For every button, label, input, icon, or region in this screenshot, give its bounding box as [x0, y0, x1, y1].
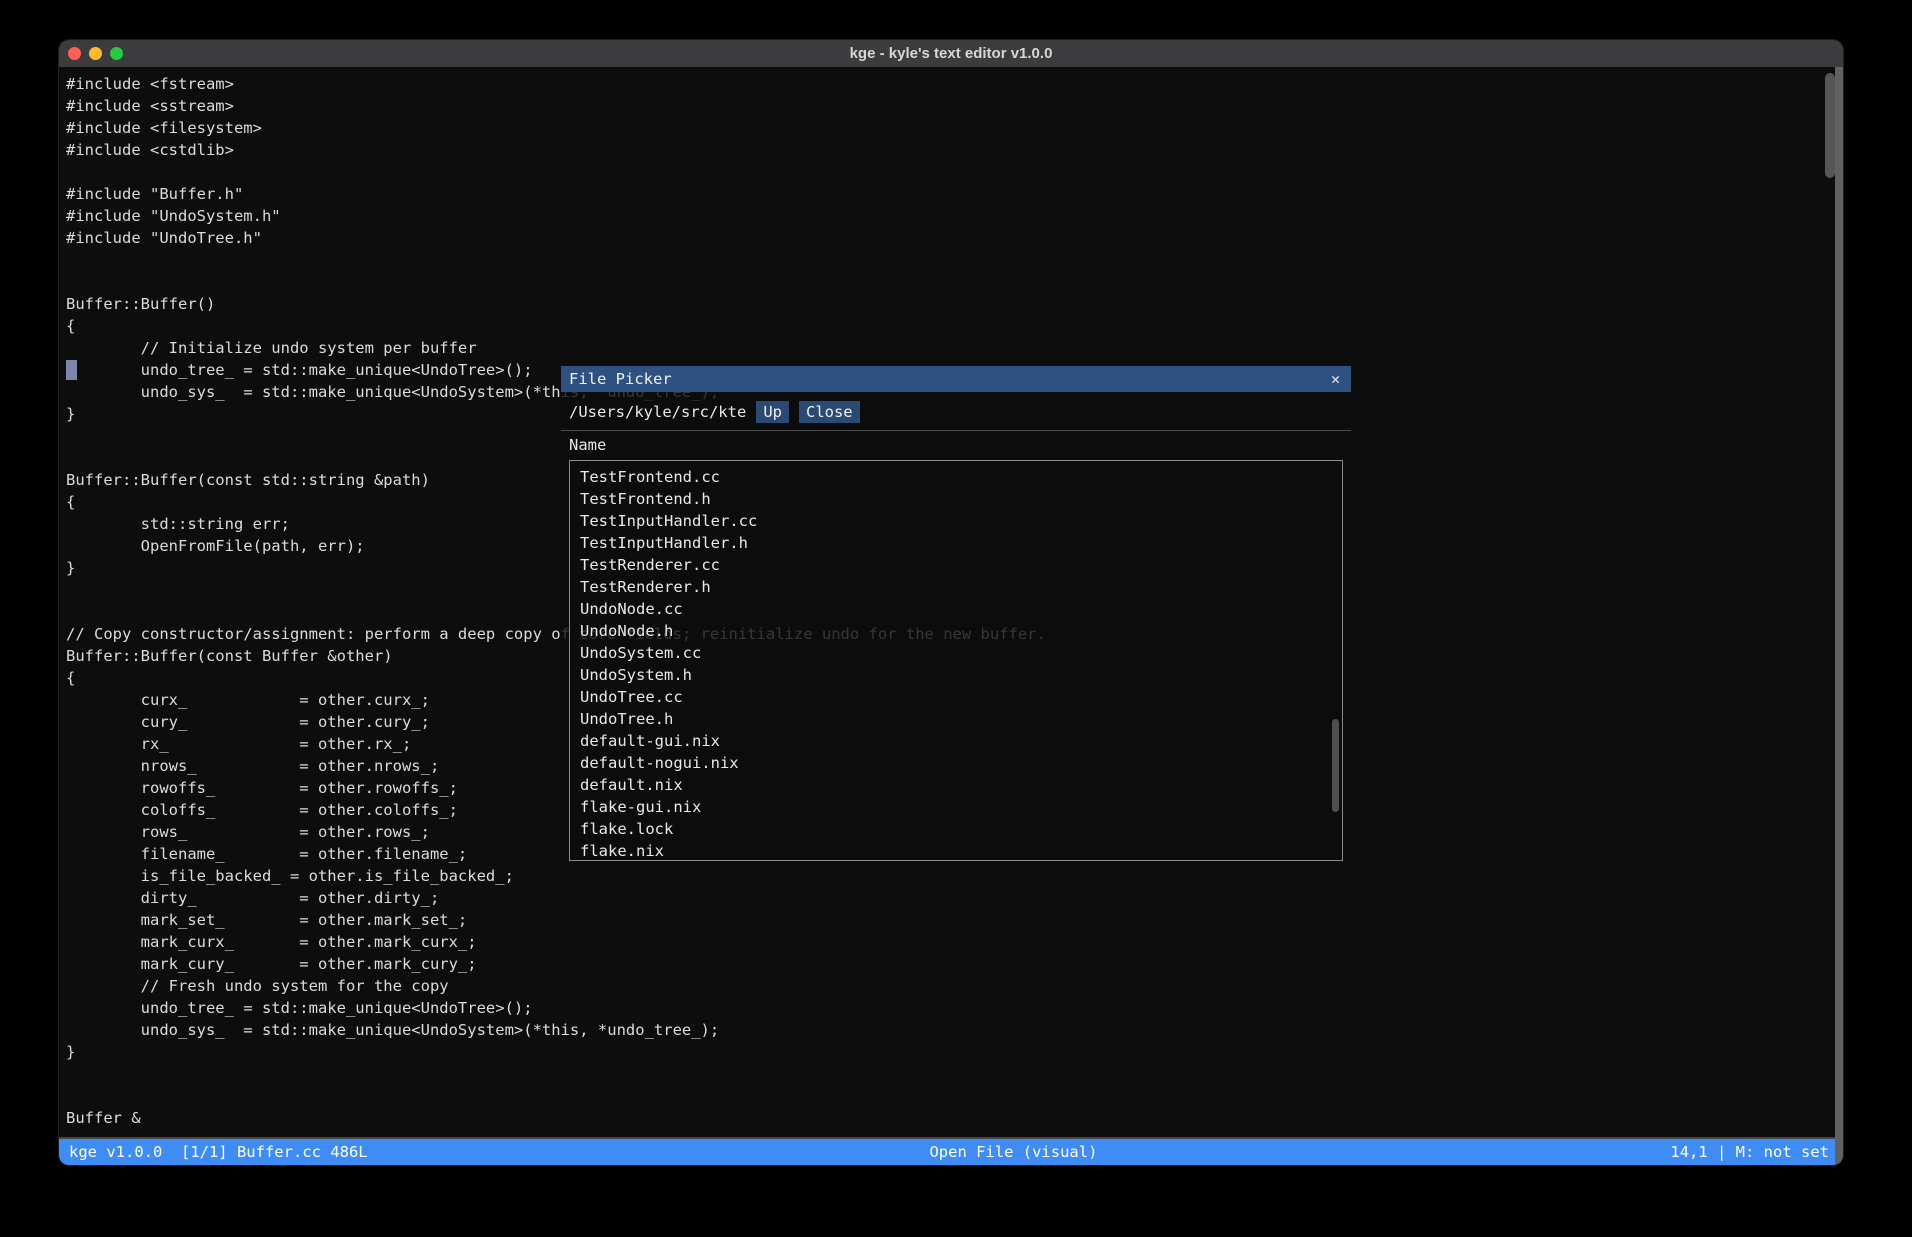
file-item[interactable]: TestRenderer.cc	[570, 554, 1342, 576]
window-minimize-icon[interactable]	[89, 47, 102, 60]
file-item[interactable]: UndoNode.cc	[570, 598, 1342, 620]
traffic-lights	[59, 47, 123, 60]
file-item[interactable]: UndoSystem.cc	[570, 642, 1342, 664]
file-item[interactable]: TestFrontend.cc	[570, 466, 1342, 488]
status-left: kge v1.0.0 [1/1] Buffer.cc 486L	[69, 1139, 368, 1165]
code-line: // Fresh undo system for the copy	[66, 975, 1843, 997]
window-zoom-icon[interactable]	[110, 47, 123, 60]
file-item[interactable]: TestRenderer.h	[570, 576, 1342, 598]
status-bar: kge v1.0.0 [1/1] Buffer.cc 486L Open Fil…	[59, 1137, 1843, 1165]
code-line: #include <sstream>	[66, 95, 1843, 117]
code-line: Buffer::Buffer()	[66, 293, 1843, 315]
column-header-name: Name	[561, 431, 1351, 460]
close-icon[interactable]: ✕	[1331, 370, 1340, 388]
window-titlebar[interactable]: kge - kyle's text editor v1.0.0	[59, 40, 1843, 67]
code-line	[66, 249, 1843, 271]
code-line: Buffer &	[66, 1107, 1843, 1129]
file-item[interactable]: UndoNode.h	[570, 620, 1342, 642]
dialog-title: File Picker	[569, 370, 672, 388]
code-line: #include "UndoSystem.h"	[66, 205, 1843, 227]
code-line: mark_cury_ = other.mark_cury_;	[66, 953, 1843, 975]
code-line: undo_tree_ = std::make_unique<UndoTree>(…	[66, 997, 1843, 1019]
file-item[interactable]: flake.lock	[570, 818, 1342, 840]
file-item[interactable]: TestInputHandler.cc	[570, 510, 1342, 532]
status-center: Open File (visual)	[929, 1139, 1097, 1165]
file-item[interactable]: default.nix	[570, 774, 1342, 796]
code-line	[66, 1063, 1843, 1085]
window-close-icon[interactable]	[68, 47, 81, 60]
file-item[interactable]: default-gui.nix	[570, 730, 1342, 752]
up-button[interactable]: Up	[756, 401, 789, 423]
dialog-titlebar[interactable]: File Picker ✕	[561, 366, 1351, 392]
code-line	[66, 1085, 1843, 1107]
file-item[interactable]: TestFrontend.h	[570, 488, 1342, 510]
editor-cursor	[66, 360, 77, 380]
code-line	[66, 271, 1843, 293]
window-right-edge	[1835, 67, 1843, 1165]
code-line: #include "Buffer.h"	[66, 183, 1843, 205]
code-line: #include <filesystem>	[66, 117, 1843, 139]
editor-scrollbar-thumb[interactable]	[1825, 73, 1835, 178]
code-line: #include <fstream>	[66, 73, 1843, 95]
code-line	[66, 161, 1843, 183]
dialog-path-row: /Users/kyle/src/kte Up Close	[561, 392, 1351, 430]
code-line: }	[66, 1041, 1843, 1063]
file-list-scrollbar-thumb[interactable]	[1332, 719, 1339, 812]
close-button[interactable]: Close	[799, 401, 860, 423]
file-item[interactable]: TestInputHandler.h	[570, 532, 1342, 554]
status-right: 14,1 | M: not set	[1670, 1139, 1829, 1165]
code-line: dirty_ = other.dirty_;	[66, 887, 1843, 909]
code-line: {	[66, 315, 1843, 337]
window-title: kge - kyle's text editor v1.0.0	[59, 40, 1843, 67]
code-line: // Initialize undo system per buffer	[66, 337, 1843, 359]
file-picker-dialog: File Picker ✕ /Users/kyle/src/kte Up Clo…	[561, 366, 1351, 860]
code-line: mark_set_ = other.mark_set_;	[66, 909, 1843, 931]
file-item[interactable]: flake.nix	[570, 840, 1342, 861]
code-line: is_file_backed_ = other.is_file_backed_;	[66, 865, 1843, 887]
current-path: /Users/kyle/src/kte	[569, 403, 746, 421]
file-item[interactable]: UndoTree.h	[570, 708, 1342, 730]
file-item[interactable]: flake-gui.nix	[570, 796, 1342, 818]
file-item[interactable]: UndoSystem.h	[570, 664, 1342, 686]
file-item[interactable]: UndoTree.cc	[570, 686, 1342, 708]
editor-window: kge - kyle's text editor v1.0.0 #include…	[59, 40, 1843, 1165]
file-list: TestFrontend.ccTestFrontend.hTestInputHa…	[569, 460, 1343, 861]
file-item[interactable]: default-nogui.nix	[570, 752, 1342, 774]
code-line: #include <cstdlib>	[66, 139, 1843, 161]
code-line: mark_curx_ = other.mark_curx_;	[66, 931, 1843, 953]
code-line: #include "UndoTree.h"	[66, 227, 1843, 249]
code-line: undo_sys_ = std::make_unique<UndoSystem>…	[66, 1019, 1843, 1041]
